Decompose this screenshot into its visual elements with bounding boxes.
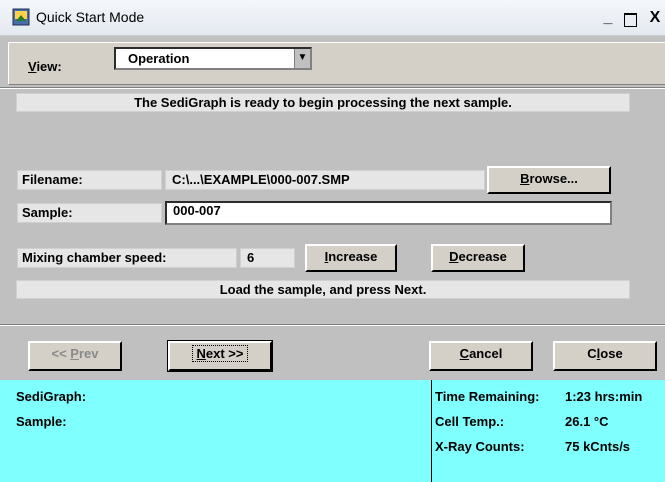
view-bar <box>8 42 665 85</box>
view-label: View: <box>28 59 62 74</box>
sedigraph-status-label: SediGraph: <box>16 389 87 404</box>
mixing-speed-value: 6 <box>240 248 295 268</box>
window-title: Quick Start Mode <box>36 9 145 25</box>
close-glyph: X <box>649 9 661 26</box>
divider-bottom <box>0 324 665 326</box>
cell-temp-value: 26.1 °C <box>565 414 609 429</box>
time-remaining-value: 1:23 hrs:min <box>565 389 643 404</box>
filename-value: C:\...\EXAMPLE\000-007.SMP <box>165 170 485 190</box>
mixing-speed-label: Mixing chamber speed: <box>17 248 237 268</box>
increase-button[interactable]: Increase <box>305 244 397 272</box>
status-panel-separator <box>431 380 432 482</box>
ready-message: The SediGraph is ready to begin processi… <box>16 93 630 112</box>
cell-temp-label: Cell Temp.: <box>435 414 505 429</box>
minimize-glyph: _ <box>603 9 613 26</box>
prev-button[interactable]: << Prev <box>28 341 122 371</box>
xray-counts-value: 75 kCnts/s <box>565 439 631 454</box>
next-focus-ring: Next >> <box>191 345 249 362</box>
divider-top <box>0 87 665 89</box>
view-select[interactable]: Operation ▼ <box>114 47 312 70</box>
title-bar[interactable]: Quick Start Mode _ X <box>0 0 665 36</box>
quick-start-window: Quick Start Mode _ X View: Operation ▼ T… <box>0 0 665 482</box>
chevron-down-icon[interactable]: ▼ <box>294 49 310 68</box>
maximize-button[interactable] <box>620 10 640 28</box>
cancel-button[interactable]: Cancel <box>429 341 533 371</box>
minimize-button[interactable]: _ <box>598 10 618 28</box>
xray-counts-label: X-Ray Counts: <box>435 439 525 454</box>
sample-input[interactable]: 000-007 <box>165 201 612 225</box>
close-window-button[interactable]: X <box>645 10 665 28</box>
sample-label: Sample: <box>17 203 162 223</box>
view-select-value: Operation <box>128 51 190 66</box>
decrease-button[interactable]: Decrease <box>431 244 525 272</box>
maximize-icon <box>623 13 637 27</box>
instruction-message: Load the sample, and press Next. <box>16 280 630 299</box>
scanner-app-icon <box>12 8 30 26</box>
close-button[interactable]: Close <box>553 341 657 371</box>
next-button[interactable]: Next >> <box>167 340 273 372</box>
sample-status-label: Sample: <box>16 414 67 429</box>
filename-label: Filename: <box>17 170 162 190</box>
time-remaining-label: Time Remaining: <box>435 389 540 404</box>
browse-button[interactable]: Browse... <box>487 166 611 194</box>
